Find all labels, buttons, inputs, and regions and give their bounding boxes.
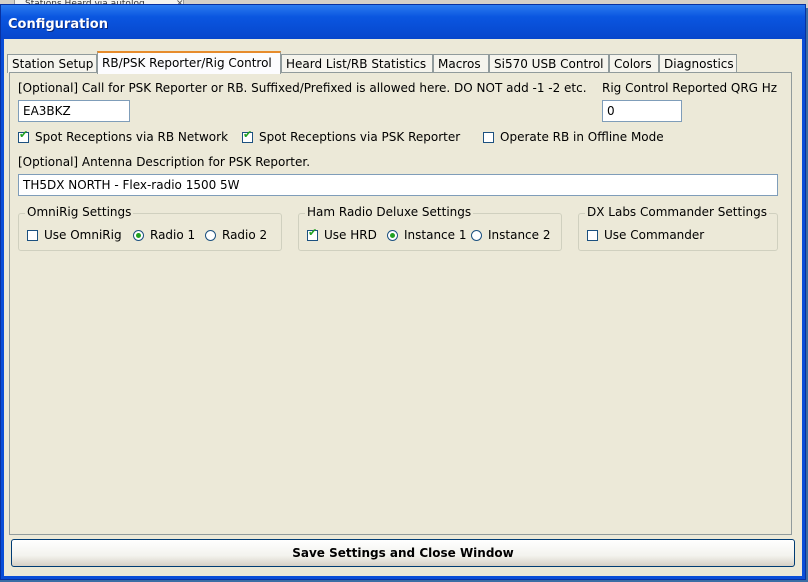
save-settings-button[interactable]: Save Settings and Close Window (11, 539, 795, 567)
use-omnirig-checkbox[interactable]: Use OmniRig (27, 228, 122, 242)
tab-colors[interactable]: Colors (609, 54, 659, 73)
spot-psk-checkbox[interactable]: ✔ Spot Receptions via PSK Reporter (242, 127, 461, 144)
checkmark-icon: ✔ (19, 127, 29, 141)
tab-macros[interactable]: Macros (433, 54, 489, 73)
radio-2-label: Radio 2 (222, 228, 268, 242)
spot-rb-checkbox-box[interactable]: ✔ (18, 127, 29, 143)
dxlabs-group-title: DX Labs Commander Settings (585, 205, 770, 219)
window-client-area: Station Setup RB/PSK Reporter/Rig Contro… (4, 39, 802, 576)
tab-rb-psk-reporter-rig-control[interactable]: RB/PSK Reporter/Rig Control (97, 51, 281, 74)
spot-rb-checkbox[interactable]: ✔ Spot Receptions via RB Network (18, 127, 229, 144)
qrg-label: Rig Control Reported QRG Hz (602, 81, 778, 95)
spot-psk-label: Spot Receptions via PSK Reporter (259, 130, 461, 144)
hrd-instance-1[interactable]: Instance 1 (387, 228, 467, 242)
tab-diagnostics[interactable]: Diagnostics (659, 54, 737, 73)
radio-1-label: Radio 1 (150, 228, 196, 242)
tab-heard-list-rb-statistics[interactable]: Heard List/RB Statistics (281, 54, 433, 73)
qrg-input[interactable]: 0 (602, 100, 682, 122)
spot-psk-checkbox-box[interactable]: ✔ (242, 127, 253, 143)
use-hrd-label: Use HRD (324, 228, 377, 242)
offline-mode-checkbox[interactable]: Operate RB in Offline Mode (483, 130, 664, 144)
radio-selected-dot-icon (136, 232, 141, 238)
radio-1-button[interactable] (133, 229, 144, 241)
configuration-window: Configuration Station Setup RB/PSK Repor… (0, 4, 806, 580)
callsign-label: [Optional] Call for PSK Reporter or RB. … (18, 81, 587, 95)
tab-si570-usb-control[interactable]: Si570 USB Control (489, 54, 609, 73)
use-commander-label: Use Commander (604, 228, 705, 242)
checkmark-icon: ✔ (308, 225, 318, 239)
tab-station-setup[interactable]: Station Setup (7, 54, 97, 73)
instance-2-button[interactable] (471, 229, 482, 241)
checkmark-icon: ✔ (243, 127, 253, 141)
omnirig-group-title: OmniRig Settings (25, 205, 134, 219)
use-omnirig-label: Use OmniRig (44, 228, 122, 242)
use-commander-checkbox-box[interactable] (587, 229, 598, 241)
hrd-group-title: Ham Radio Deluxe Settings (305, 205, 474, 219)
hrd-settings-group: Ham Radio Deluxe Settings ✔ Use HRD Inst… (298, 205, 562, 251)
omnirig-settings-group: OmniRig Settings Use OmniRig Radio 1 Rad… (18, 205, 282, 251)
offline-mode-label: Operate RB in Offline Mode (500, 130, 664, 144)
instance-1-button[interactable] (387, 229, 398, 241)
title-bar[interactable]: Configuration (1, 5, 805, 39)
omnirig-radio-2[interactable]: Radio 2 (205, 228, 267, 242)
use-commander-checkbox[interactable]: Use Commander (587, 228, 704, 242)
tab-panel: [Optional] Call for PSK Reporter or RB. … (9, 72, 792, 535)
instance-2-label: Instance 2 (488, 228, 551, 242)
omnirig-radio-1[interactable]: Radio 1 (133, 228, 195, 242)
window-title: Configuration (8, 17, 108, 32)
radio-2-button[interactable] (205, 229, 216, 241)
radio-selected-dot-icon (390, 232, 395, 238)
use-omnirig-checkbox-box[interactable] (27, 229, 38, 241)
dxlabs-settings-group: DX Labs Commander Settings Use Commander (578, 205, 778, 251)
antenna-label: [Optional] Antenna Description for PSK R… (18, 155, 311, 169)
instance-1-label: Instance 1 (404, 228, 467, 242)
use-hrd-checkbox-box[interactable]: ✔ (307, 225, 318, 241)
callsign-input[interactable]: EA3BKZ (18, 100, 130, 122)
antenna-input[interactable]: TH5DX NORTH - Flex-radio 1500 5W (18, 174, 778, 196)
hrd-instance-2[interactable]: Instance 2 (471, 228, 551, 242)
use-hrd-checkbox[interactable]: ✔ Use HRD (307, 225, 377, 242)
offline-mode-checkbox-box[interactable] (483, 131, 494, 143)
spot-rb-label: Spot Receptions via RB Network (35, 130, 229, 144)
